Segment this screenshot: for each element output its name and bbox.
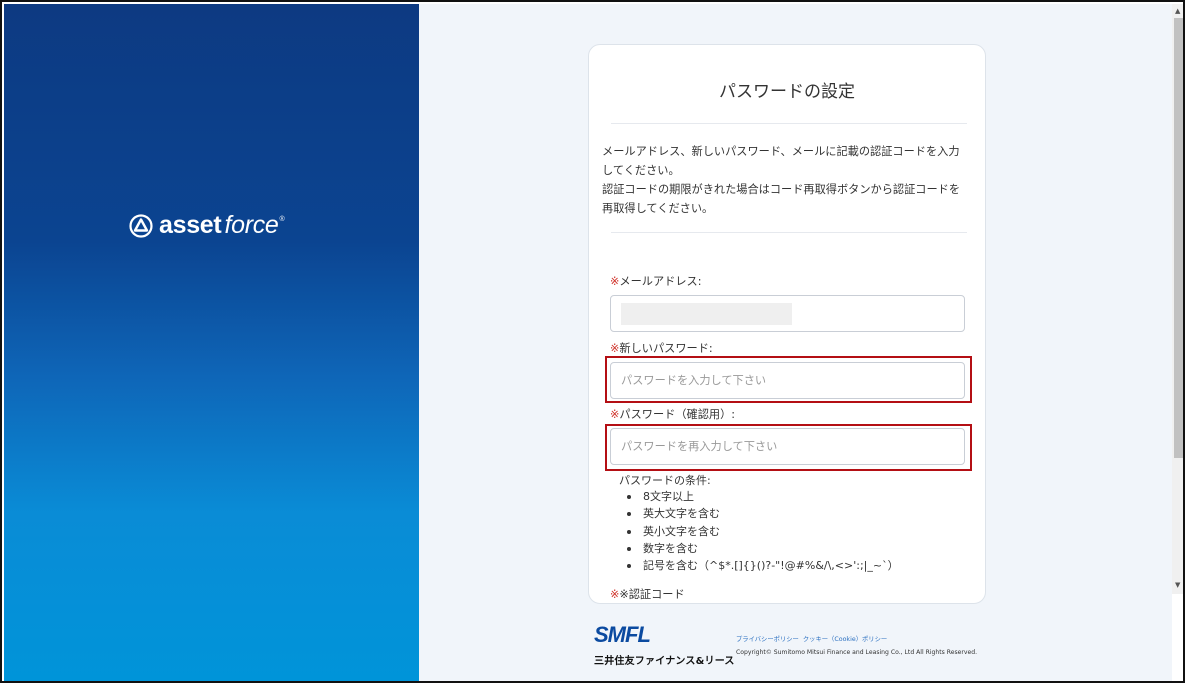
verification-code-label: ※※認証コード: [610, 588, 685, 601]
password-conditions-list: 8文字以上 英大文字を含む 英小文字を含む 数字を含む 記号を含む（^$*.[]…: [625, 488, 899, 574]
required-mark: ※: [610, 408, 620, 421]
email-field[interactable]: [610, 295, 965, 332]
cookie-policy-link[interactable]: クッキー（Cookie）ポリシー: [803, 634, 887, 643]
password-settings-card: パスワードの設定 メールアドレス、新しいパスワード、メールに記載の認証コードを入…: [588, 44, 986, 604]
assetforce-logo-text: asset force®: [159, 211, 285, 239]
scroll-thumb[interactable]: [1174, 18, 1183, 458]
assetforce-logo: asset force®: [129, 211, 285, 240]
title-divider: [611, 123, 967, 124]
list-item: 数字を含む: [625, 540, 899, 557]
smfl-logo: SMFL 三井住友ファイナンス&リース: [594, 622, 735, 667]
copyright-text: Copyright© Sumitomo Mitsui Finance and L…: [736, 649, 978, 656]
confirm-password-label: ※パスワード（確認用）:: [610, 408, 736, 421]
list-item: 8文字以上: [625, 488, 899, 505]
required-mark: ※: [610, 342, 620, 355]
email-label: ※メールアドレス:: [610, 275, 702, 288]
required-mark: ※: [610, 275, 620, 288]
required-mark: ※: [610, 588, 620, 601]
company-name: 三井住友ファイナンス&リース: [594, 656, 735, 667]
scroll-up-icon[interactable]: ▲: [1175, 7, 1180, 15]
privacy-policy-link[interactable]: プライバシーポリシー: [736, 634, 799, 643]
confirm-password-highlight: [605, 424, 972, 471]
vertical-scrollbar[interactable]: ▲ ▼: [1172, 4, 1183, 594]
instructions-divider: [611, 232, 967, 233]
password-conditions-title: パスワードの条件:: [619, 474, 711, 487]
assetforce-logo-icon: [129, 213, 153, 238]
brand-panel: asset force®: [4, 4, 419, 681]
smfl-logo-mark: SMFL: [594, 622, 651, 647]
app-frame: asset force® ▲ ▼ パスワードの設定 メールアドレス、新しいパスワー…: [0, 0, 1185, 683]
footer-links: プライバシーポリシー クッキー（Cookie）ポリシー: [736, 634, 887, 643]
instructions-text: メールアドレス、新しいパスワード、メールに記載の認証コードを入力 してください。…: [602, 145, 961, 215]
list-item: 英大文字を含む: [625, 505, 899, 522]
new-password-highlight: [605, 356, 972, 403]
list-item: 記号を含む（^$*.[]{}()?-"!@#%&/\,<>':;|_~`）: [625, 557, 899, 574]
email-value-redacted: [621, 303, 792, 325]
list-item: 英小文字を含む: [625, 523, 899, 540]
new-password-label: ※新しいパスワード:: [610, 342, 713, 355]
scroll-down-icon[interactable]: ▼: [1175, 581, 1180, 589]
page-title: パスワードの設定: [719, 82, 855, 102]
